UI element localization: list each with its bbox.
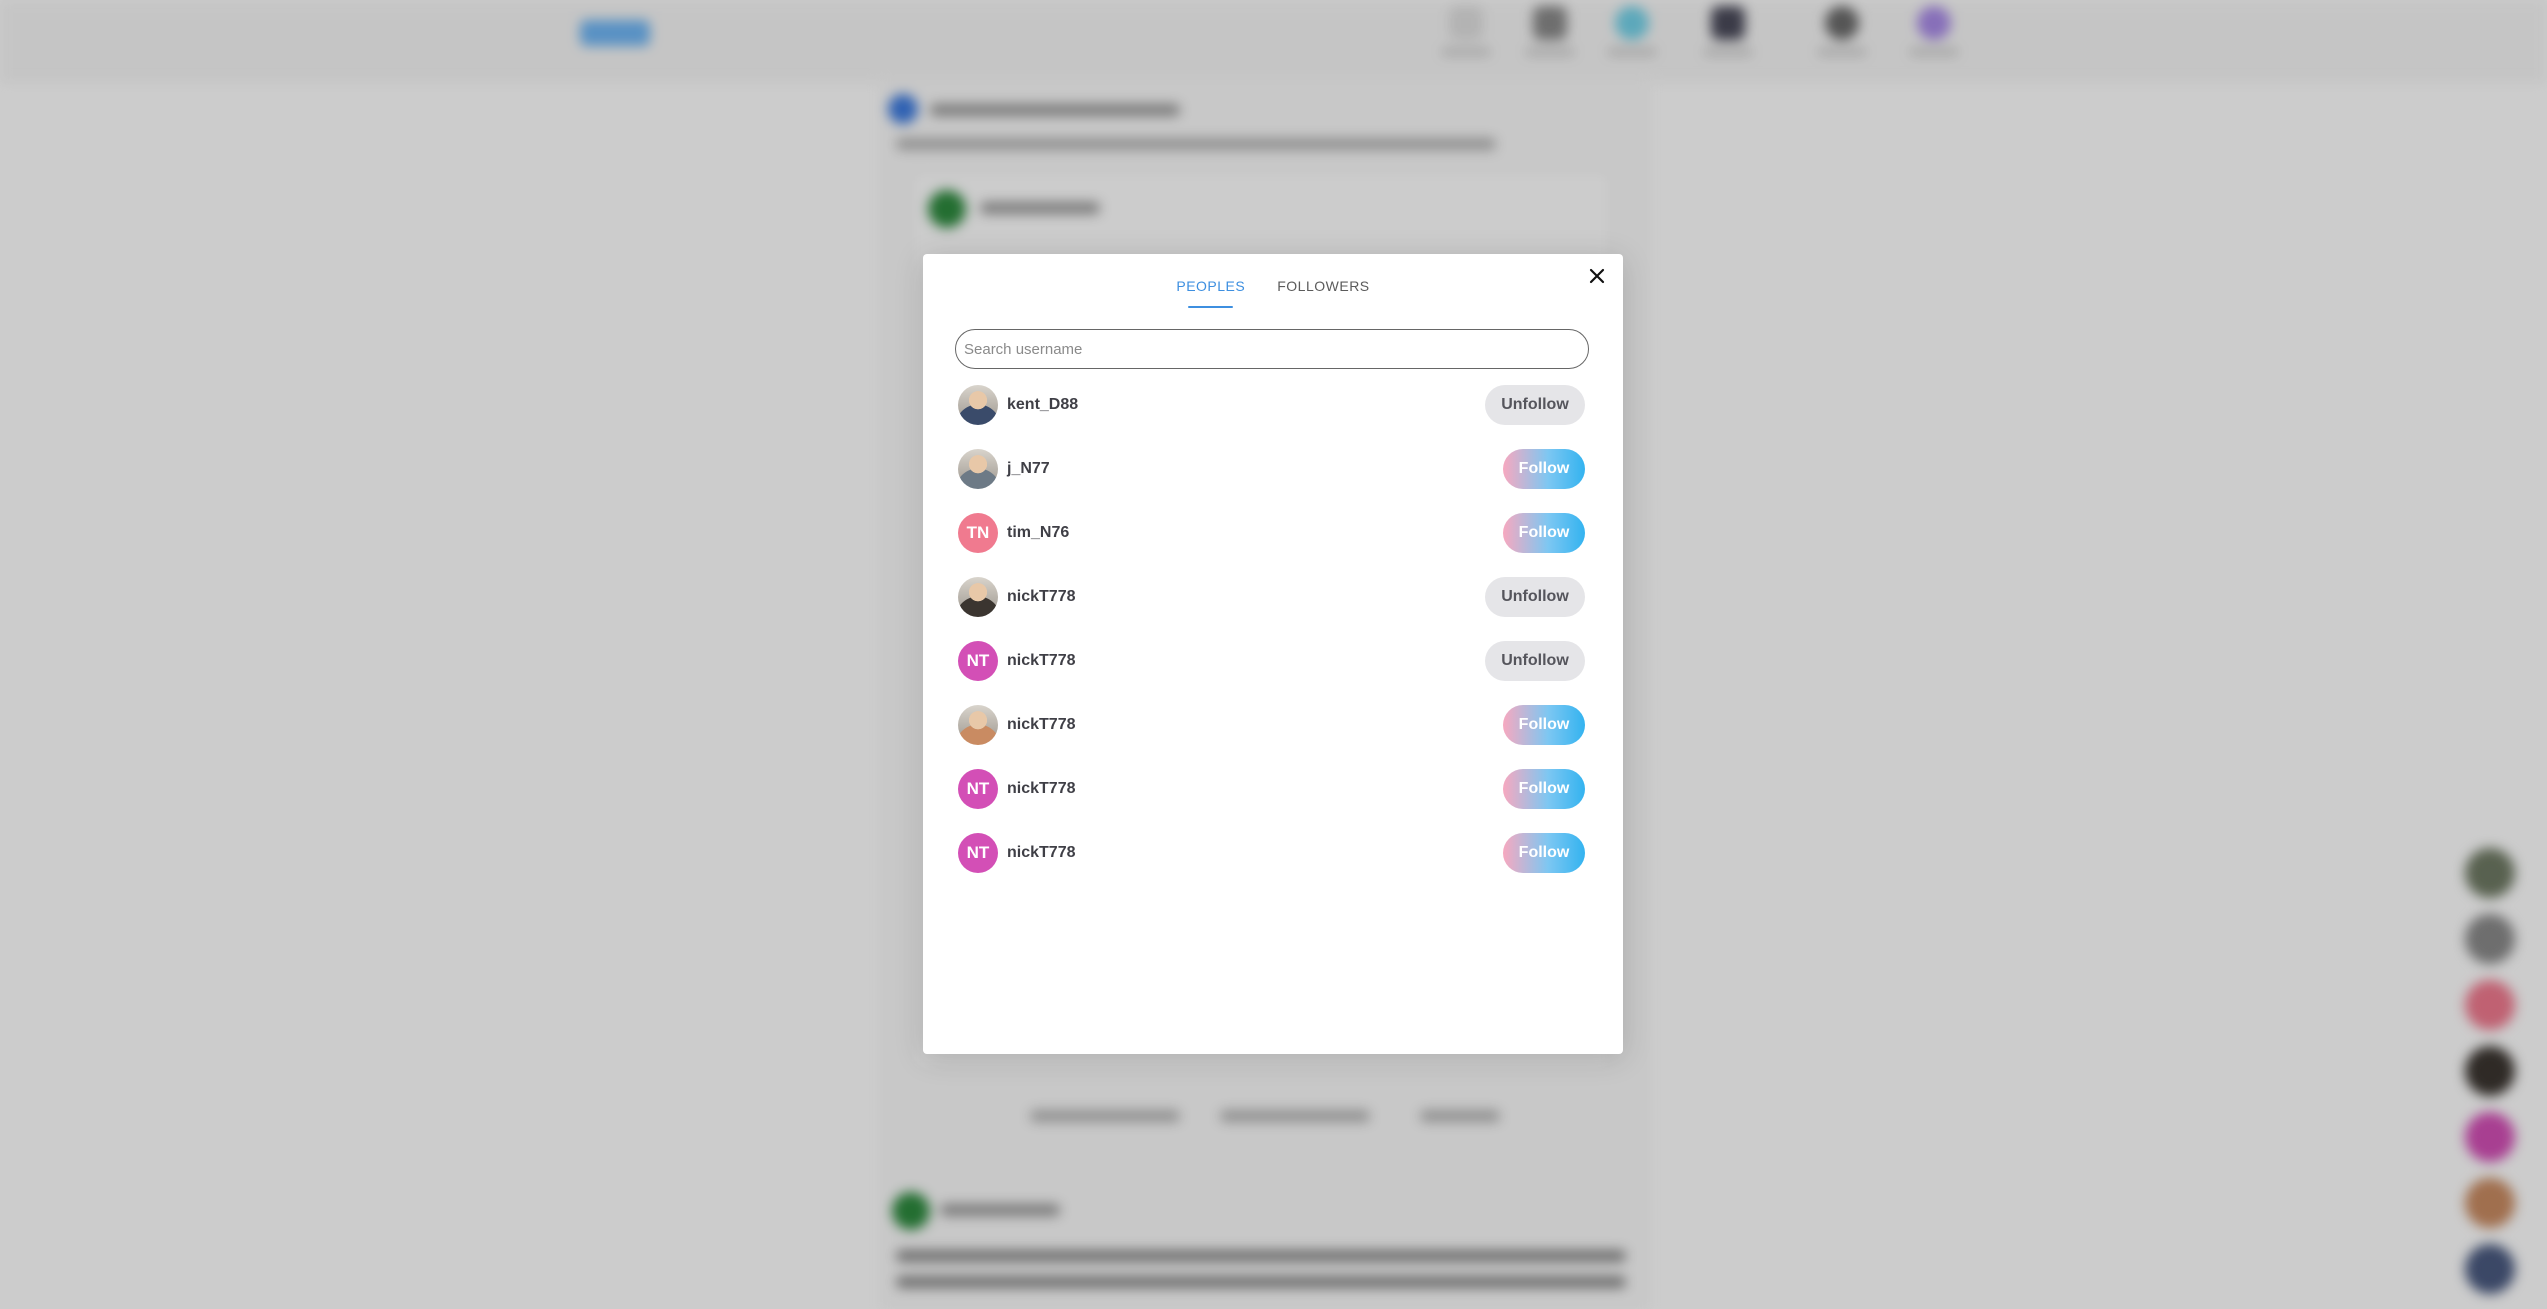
avatar[interactable]: NT [958, 641, 998, 681]
avatar[interactable]: NT [958, 769, 998, 809]
username[interactable]: nickT778 [1007, 652, 1075, 670]
list-item: NT nickT778 Unfollow [958, 629, 1587, 693]
list-item: NT nickT778 Follow [958, 821, 1587, 885]
username[interactable]: tim_N76 [1007, 524, 1069, 542]
avatar[interactable]: NT [958, 833, 998, 873]
people-modal: PEOPLES FOLLOWERS kent_D88 Unfollow j_N77 F… [923, 254, 1623, 1054]
follow-button[interactable]: Follow [1503, 769, 1585, 809]
follow-button[interactable]: Follow [1503, 705, 1585, 745]
username[interactable]: nickT778 [1007, 844, 1075, 862]
follow-button[interactable]: Follow [1503, 513, 1585, 553]
avatar[interactable]: TN [958, 513, 998, 553]
username[interactable]: kent_D88 [1007, 396, 1078, 414]
avatar[interactable] [958, 705, 998, 745]
unfollow-button[interactable]: Unfollow [1485, 577, 1585, 617]
avatar[interactable] [958, 449, 998, 489]
list-item: j_N77 Follow [958, 437, 1587, 501]
tab-bar: PEOPLES FOLLOWERS [923, 278, 1623, 308]
follow-button[interactable]: Follow [1503, 449, 1585, 489]
list-item: kent_D88 Unfollow [958, 373, 1587, 437]
username[interactable]: nickT778 [1007, 716, 1075, 734]
username[interactable]: j_N77 [1007, 460, 1050, 478]
search-username-input[interactable] [955, 329, 1589, 369]
username[interactable]: nickT778 [1007, 588, 1075, 606]
list-item: nickT778 Unfollow [958, 565, 1587, 629]
list-item: TN tim_N76 Follow [958, 501, 1587, 565]
follow-button[interactable]: Follow [1503, 833, 1585, 873]
unfollow-button[interactable]: Unfollow [1485, 641, 1585, 681]
unfollow-button[interactable]: Unfollow [1485, 385, 1585, 425]
list-item: nickT778 Follow [958, 693, 1587, 757]
username[interactable]: nickT778 [1007, 780, 1075, 798]
tab-peoples[interactable]: PEOPLES [1176, 278, 1245, 308]
tab-followers[interactable]: FOLLOWERS [1277, 278, 1369, 308]
avatar[interactable] [958, 577, 998, 617]
avatar[interactable] [958, 385, 998, 425]
user-list: kent_D88 Unfollow j_N77 Follow TN tim_N76 Foll… [958, 373, 1587, 885]
list-item: NT nickT778 Follow [958, 757, 1587, 821]
